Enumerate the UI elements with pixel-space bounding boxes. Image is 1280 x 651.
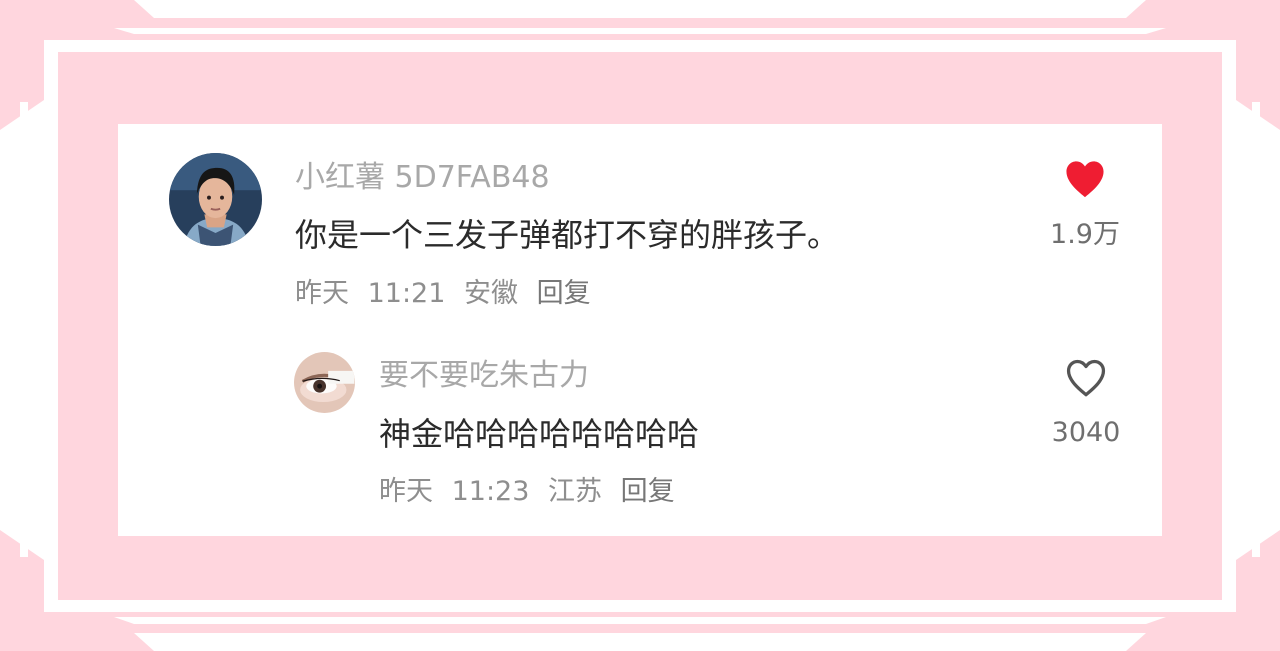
- comment-username[interactable]: 小红薯 5D7FAB48: [295, 160, 550, 196]
- reply-username[interactable]: 要不要吃朱古力: [379, 358, 589, 394]
- reply-meta: 昨天 11:23 江苏 回复: [379, 475, 675, 509]
- like-count: 3040: [1051, 417, 1121, 448]
- comment-meta: 昨天 11:21 安徽 回复: [295, 277, 591, 311]
- avatar[interactable]: [169, 153, 262, 246]
- avatar[interactable]: [294, 352, 355, 413]
- comment-card: 小红薯 5D7FAB48 你是一个三发子弹都打不穿的胖孩子。 昨天 11:21 …: [118, 124, 1162, 536]
- user-portrait-icon: [169, 153, 262, 246]
- comment-date: 昨天: [295, 278, 349, 309]
- eye-portrait-icon: [294, 352, 355, 413]
- reply-date: 昨天: [379, 476, 433, 507]
- comment-text: 你是一个三发子弹都打不穿的胖孩子。: [295, 216, 840, 254]
- reply-time: 11:23: [451, 476, 530, 507]
- reply-button[interactable]: 回复: [621, 476, 675, 507]
- like-count: 1.9万: [1050, 219, 1120, 250]
- comment-time: 11:21: [367, 278, 446, 309]
- heart-filled-icon[interactable]: [1062, 159, 1108, 199]
- reply-button[interactable]: 回复: [537, 278, 591, 309]
- reply-location: 江苏: [548, 476, 602, 507]
- reply-text: 神金哈哈哈哈哈哈哈哈: [379, 415, 700, 453]
- comment-location: 安徽: [464, 278, 518, 309]
- heart-outline-icon[interactable]: [1064, 358, 1108, 398]
